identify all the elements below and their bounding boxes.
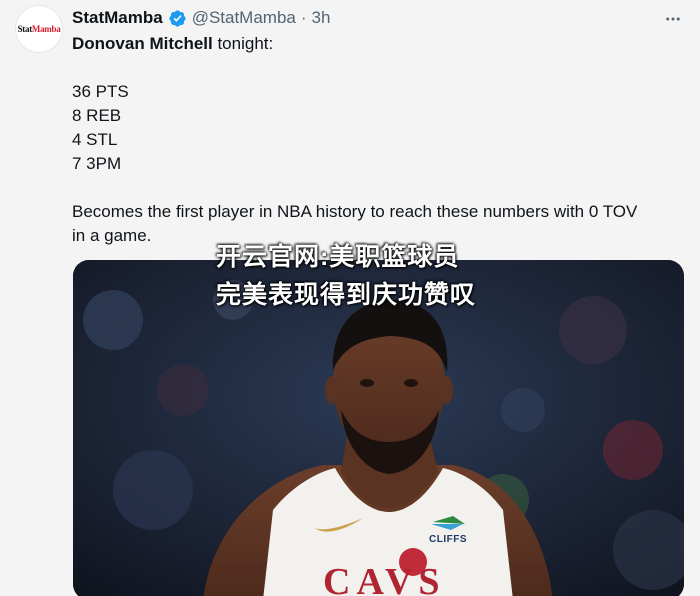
display-name[interactable]: StatMamba [72,8,163,28]
stat-line-rebounds: 8 REB [72,106,122,125]
separator-dot: · [300,8,307,27]
stat-line-threes: 7 3PM [72,154,122,173]
stat-line-points: 36 PTS [72,82,129,101]
stat-line-steals: 4 STL [72,130,118,149]
logo-text-mamba: Mamba [31,24,61,34]
verified-badge-icon [168,9,187,28]
closing-line-2: in a game. [72,226,152,245]
timestamp[interactable]: 3h [312,8,331,28]
intro-line: Donovan Mitchell tonight: [72,32,684,56]
closing-line-1: Becomes the first player in NBA history … [72,202,638,221]
statmamba-logo: StatMamba [18,24,61,34]
logo-text-stat: Stat [17,24,33,34]
player-photo [73,260,684,596]
tweet-media-image[interactable]: CLIFFS CAVS [73,260,684,596]
handle[interactable]: @StatMamba [192,8,296,28]
player-name: Donovan Mitchell [72,34,213,53]
jersey-team-text: CAVS [323,561,446,596]
jersey-sponsor-text: CLIFFS [429,534,467,545]
intro-rest: tonight: [212,34,274,53]
tweet-card: StatMamba StatMamba @StatMamba · 3h Dono… [0,0,700,596]
tweet-header: StatMamba @StatMamba · 3h [72,6,640,30]
avatar[interactable]: StatMamba [16,6,62,52]
more-options-icon[interactable] [662,8,684,30]
tweet-text: Donovan Mitchell tonight: 36 PTS 8 REB 4… [72,32,684,248]
